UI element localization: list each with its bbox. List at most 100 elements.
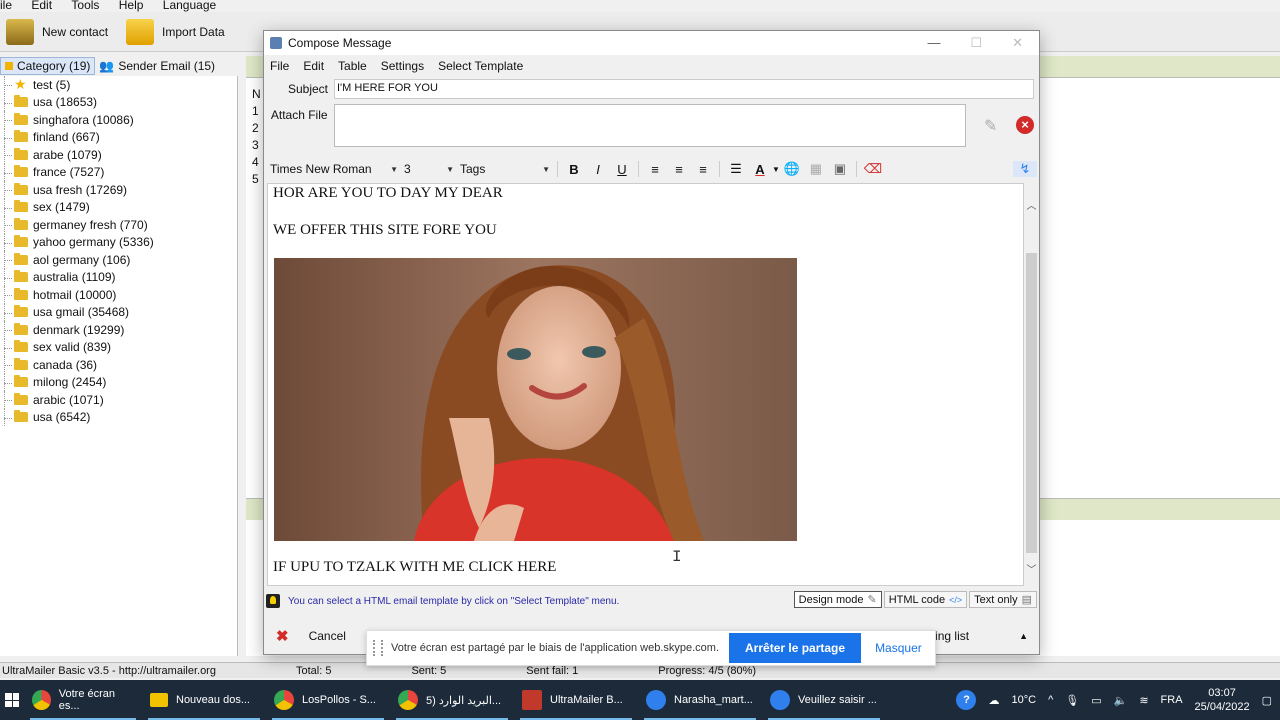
- insert-image-icon[interactable]: ▣: [828, 161, 852, 177]
- microphone-icon[interactable]: 🎙: [1065, 694, 1079, 707]
- attachments-list[interactable]: [333, 104, 966, 147]
- category-item[interactable]: milong (2454): [0, 373, 237, 392]
- scrollbar-thumb[interactable]: [1026, 253, 1037, 553]
- text-color-icon[interactable]: A: [748, 162, 772, 177]
- language-indicator[interactable]: FRA: [1161, 694, 1183, 706]
- category-label: usa fresh (17269): [33, 182, 128, 197]
- help-icon[interactable]: ?: [956, 690, 977, 710]
- close-icon[interactable]: ✕: [1012, 35, 1023, 51]
- import-data-button[interactable]: Import Data: [120, 15, 237, 49]
- category-item[interactable]: ★ test (5): [0, 76, 237, 94]
- category-item[interactable]: usa (6542): [0, 408, 237, 427]
- underline-icon[interactable]: U: [610, 162, 634, 177]
- menu-settings[interactable]: Settings: [381, 59, 424, 73]
- tab-design-mode[interactable]: Design mode ✎: [793, 591, 882, 608]
- font-family-select[interactable]: Times New Roman ▼: [267, 160, 401, 178]
- tab-sender-email[interactable]: 👥 Sender Email (15): [95, 57, 219, 75]
- toolbar-separator: [638, 161, 639, 177]
- remove-attachment-icon[interactable]: ×: [1016, 116, 1034, 134]
- html-code-icon: </>: [949, 594, 963, 605]
- wifi-icon[interactable]: ≋: [1139, 694, 1148, 707]
- folder-icon: [14, 95, 28, 108]
- cancel-button[interactable]: ✖ Cancel: [270, 625, 352, 647]
- category-item[interactable]: arabe (1079): [0, 146, 237, 164]
- tab-category[interactable]: Category (19): [0, 57, 96, 75]
- temperature[interactable]: 10°C: [1011, 694, 1036, 706]
- chevron-down-icon[interactable]: ▼: [772, 165, 780, 174]
- menu-table[interactable]: Table: [338, 59, 367, 73]
- chevron-up-icon[interactable]: ^: [1048, 694, 1053, 706]
- insert-link-icon[interactable]: 🌐: [780, 161, 804, 177]
- taskbar-item[interactable]: LosPollos - S...: [266, 680, 390, 720]
- category-item[interactable]: usa fresh (17269): [0, 181, 237, 199]
- font-size-select[interactable]: 3 ▼: [401, 160, 457, 178]
- hide-link[interactable]: Masquer: [875, 641, 922, 655]
- stop-sharing-button[interactable]: Arrêter le partage: [729, 633, 862, 663]
- app-menu-language[interactable]: Language: [163, 0, 216, 11]
- tab-html-code[interactable]: HTML code </>: [883, 591, 968, 608]
- maximize-icon[interactable]: ☐: [970, 35, 982, 51]
- chevron-down-icon[interactable]: ﹀: [1025, 561, 1038, 576]
- taskbar-item[interactable]: Nouveau dos...: [142, 680, 266, 720]
- menu-select-template[interactable]: Select Template: [438, 59, 523, 73]
- new-contact-button[interactable]: New contact: [0, 15, 120, 49]
- align-center-icon[interactable]: ≡: [667, 162, 691, 177]
- category-label: hotmail (10000): [33, 287, 117, 302]
- category-item[interactable]: australia (1109): [0, 268, 237, 287]
- editor-scrollbar[interactable]: ︿ ﹀: [1025, 183, 1038, 586]
- category-label: arabic (1071): [33, 392, 104, 407]
- clear-format-icon[interactable]: ⌫: [861, 161, 885, 177]
- taskbar-item[interactable]: البريد الوارد (5...: [390, 680, 514, 720]
- category-item[interactable]: singhafora (10086): [0, 111, 237, 129]
- taskbar-item[interactable]: Veuillez saisir ...: [762, 680, 886, 720]
- app-menu-file[interactable]: ile: [0, 0, 12, 11]
- category-item[interactable]: germaney fresh (770): [0, 216, 237, 234]
- clock[interactable]: 03:07 25/04/2022: [1195, 686, 1250, 714]
- start-button[interactable]: [0, 680, 24, 720]
- align-left-icon[interactable]: ≡: [643, 162, 667, 177]
- app-menu-tools[interactable]: Tools: [71, 0, 99, 11]
- category-item[interactable]: finland (667): [0, 128, 237, 147]
- bullet-list-icon[interactable]: ☰: [724, 161, 748, 177]
- category-label: usa (6542): [33, 410, 91, 425]
- subject-label: Subject: [287, 82, 328, 96]
- tags-select[interactable]: Tags ▼: [457, 160, 553, 178]
- app-menu-help[interactable]: Help: [119, 0, 144, 11]
- message-editor[interactable]: HOR ARE YOU TO DAY MY DEAR WE OFFER THIS…: [267, 183, 1024, 586]
- category-item[interactable]: yahoo germany (5336): [0, 233, 237, 252]
- weather-icon[interactable]: ☁: [988, 694, 999, 707]
- insert-table-icon[interactable]: ▦: [804, 161, 828, 177]
- category-item[interactable]: aol germany (106): [0, 251, 237, 269]
- folder-icon: [14, 410, 28, 423]
- category-item[interactable]: sex valid (839): [0, 338, 237, 357]
- battery-icon[interactable]: ▭: [1091, 694, 1101, 707]
- minimize-icon[interactable]: —: [927, 35, 940, 51]
- menu-edit[interactable]: Edit: [303, 59, 324, 73]
- taskbar-item[interactable]: Narasha_mart...: [638, 680, 762, 720]
- category-item[interactable]: usa gmail (35468): [0, 303, 237, 322]
- notifications-icon[interactable]: ▢: [1262, 694, 1272, 707]
- taskbar-item[interactable]: Votre écran es...: [24, 680, 142, 720]
- category-item[interactable]: sex (1479): [0, 198, 237, 217]
- tab-text-only[interactable]: Text only ▤: [969, 591, 1037, 608]
- edit-attachment-icon[interactable]: ✎: [984, 116, 1002, 135]
- chevron-down-icon: ▼: [542, 164, 550, 174]
- folder-icon: [14, 200, 28, 213]
- drag-handle-icon[interactable]: [373, 640, 383, 656]
- italic-icon[interactable]: I: [586, 162, 610, 177]
- category-item[interactable]: france (7527): [0, 163, 237, 182]
- bold-icon[interactable]: B: [562, 162, 586, 177]
- category-item[interactable]: usa (18653): [0, 93, 237, 112]
- menu-file[interactable]: File: [270, 59, 289, 73]
- app-menu-edit[interactable]: Edit: [31, 0, 52, 11]
- subject-input[interactable]: I'M HERE FOR YOU: [334, 79, 1034, 99]
- align-right-icon[interactable]: ≡: [691, 162, 715, 177]
- chevron-up-icon[interactable]: ︿: [1025, 197, 1038, 212]
- category-item[interactable]: hotmail (10000): [0, 286, 237, 304]
- category-item[interactable]: denmark (19299): [0, 321, 237, 339]
- category-item[interactable]: arabic (1071): [0, 391, 237, 409]
- spell-check-icon[interactable]: ↯: [1013, 161, 1037, 177]
- category-item[interactable]: canada (36): [0, 356, 237, 374]
- volume-icon[interactable]: 🔈: [1114, 694, 1128, 707]
- taskbar-item[interactable]: UltraMailer B...: [514, 680, 638, 720]
